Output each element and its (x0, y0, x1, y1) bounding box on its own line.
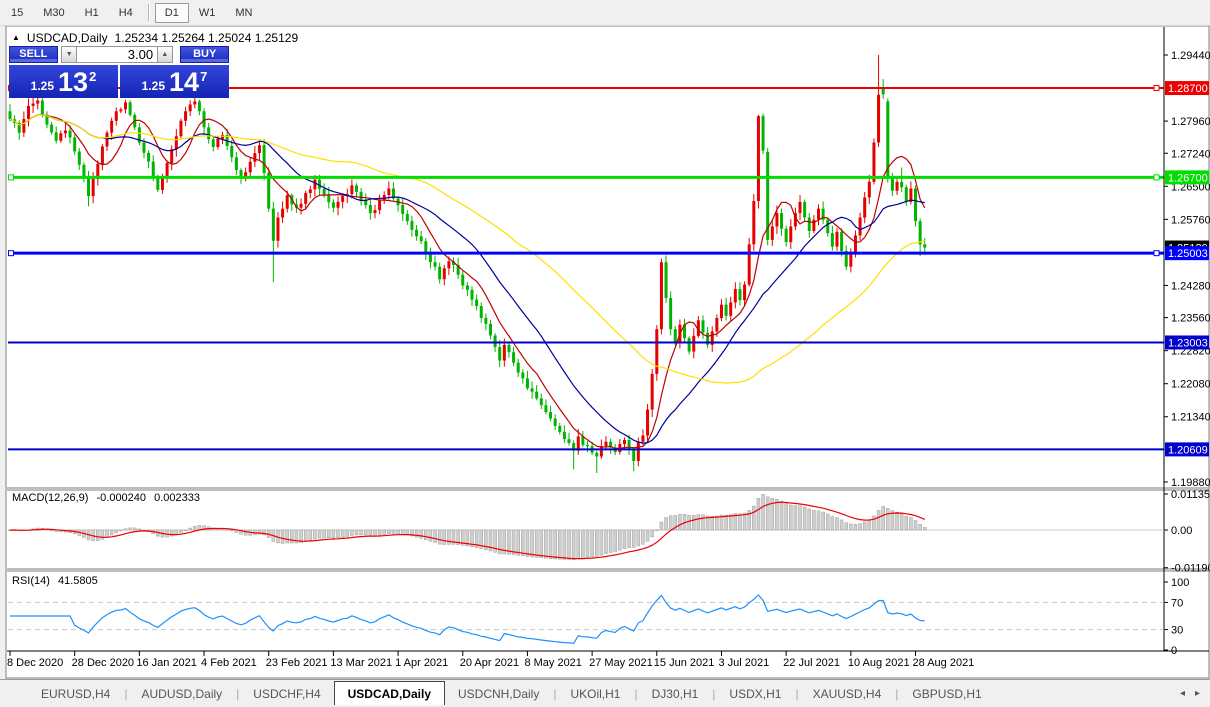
chart-tab-xauusd-h4[interactable]: XAUUSD,H4 (800, 683, 895, 705)
sell-price-box[interactable]: 1.25 13 2 (9, 65, 118, 98)
chart-tab-usdcnh-daily[interactable]: USDCNH,Daily (445, 683, 552, 705)
tab-separator: | (795, 686, 799, 701)
svg-text:28 Dec 2020: 28 Dec 2020 (72, 657, 134, 669)
sell-price-base: 1.25 (30, 79, 55, 93)
svg-text:13 Mar 2021: 13 Mar 2021 (330, 657, 392, 669)
svg-text:0: 0 (1171, 645, 1177, 657)
svg-text:1.24280: 1.24280 (1171, 280, 1210, 292)
tab-separator: | (634, 686, 638, 701)
chart-tab-usdcad-daily[interactable]: USDCAD,Daily (333, 680, 445, 705)
sell-price-big: 13 (58, 67, 89, 97)
timeframe-mn-button[interactable]: MN (225, 3, 262, 23)
lot-decrease-button[interactable]: ▼ (61, 46, 78, 63)
buy-price-base: 1.25 (141, 79, 166, 93)
one-click-trade-panel: SELL ▼ ▲ BUY 1.25 13 2 1.25 14 7 (9, 46, 230, 98)
chart-tab-bar: EURUSD,H4 | AUDUSD,Daily | USDCHF,H4 USDCAD,D… (0, 679, 1210, 707)
svg-text:20 Apr 2021: 20 Apr 2021 (460, 657, 519, 669)
svg-text:-0.01190: -0.01190 (1171, 563, 1210, 575)
svg-text:1.21340: 1.21340 (1171, 412, 1210, 424)
chart-tab-eurusd-h4[interactable]: EURUSD,H4 (28, 683, 123, 705)
chart-area[interactable]: 1.29440 1.27960 1.27240 1.26500 1.25760 1.242… (0, 0, 1210, 707)
chart-tab-dj30-h1[interactable]: DJ30,H1 (639, 683, 712, 705)
timeframe-m15-button[interactable]: 15 (1, 3, 33, 23)
macd-value: -0.000240 (96, 492, 147, 504)
tab-separator: | (712, 686, 716, 701)
svg-text:10 Aug 2021: 10 Aug 2021 (848, 657, 910, 669)
tab-scroll-left-icon[interactable]: ◂ (1180, 688, 1185, 699)
tab-separator: | (553, 686, 557, 701)
sell-price-pip: 2 (89, 69, 97, 84)
rsi-value: 41.5805 (57, 575, 98, 587)
lot-increase-button[interactable]: ▲ (157, 46, 173, 63)
svg-text:1.28700: 1.28700 (1168, 83, 1208, 95)
buy-price-pip: 7 (200, 69, 208, 84)
macd-name: MACD(12,26,9) (12, 492, 89, 504)
tab-separator: | (124, 686, 128, 701)
chart-tab-gbpusd-h1[interactable]: GBPUSD,H1 (899, 683, 994, 705)
chart-tab-usdx-h1[interactable]: USDX,H1 (716, 683, 794, 705)
svg-text:1.27240: 1.27240 (1171, 148, 1210, 160)
chart-tab-usdchf-h4[interactable]: USDCHF,H4 (240, 683, 333, 705)
svg-text:22 Jul 2021: 22 Jul 2021 (783, 657, 840, 669)
svg-text:1.22080: 1.22080 (1171, 379, 1210, 391)
sell-button[interactable]: SELL (9, 46, 58, 63)
rsi-indicator-label: RSI(14) 41.5805 (12, 575, 103, 587)
tab-scroll-arrows: ◂ ▸ (1180, 688, 1200, 699)
tab-scroll-right-icon[interactable]: ▸ (1195, 688, 1200, 699)
svg-text:1.25760: 1.25760 (1171, 214, 1210, 226)
svg-text:1.25003: 1.25003 (1168, 248, 1208, 260)
svg-text:28 Aug 2021: 28 Aug 2021 (913, 657, 975, 669)
tab-separator: | (236, 686, 240, 701)
svg-text:0.01135: 0.01135 (1171, 489, 1210, 501)
svg-text:3 Jul 2021: 3 Jul 2021 (718, 657, 769, 669)
chart-title: ▲ USDCAD,Daily 1.25234 1.25264 1.25024 1… (12, 31, 298, 45)
svg-text:23 Feb 2021: 23 Feb 2021 (266, 657, 328, 669)
timeframe-toolbar: 15 M30 H1 H4 D1 W1 MN (0, 0, 1210, 26)
buy-button[interactable]: BUY (180, 46, 230, 63)
svg-text:8 Dec 2020: 8 Dec 2020 (7, 657, 63, 669)
timeframe-h1-button[interactable]: H1 (75, 3, 109, 23)
svg-text:1 Apr 2021: 1 Apr 2021 (395, 657, 448, 669)
svg-text:8 May 2021: 8 May 2021 (524, 657, 581, 669)
timeframe-d1-button[interactable]: D1 (154, 2, 189, 23)
svg-text:16 Jan 2021: 16 Jan 2021 (136, 657, 197, 669)
svg-text:0.00: 0.00 (1171, 525, 1192, 537)
svg-text:1.27960: 1.27960 (1171, 116, 1210, 128)
svg-text:1.29440: 1.29440 (1171, 50, 1210, 62)
svg-text:1.26700: 1.26700 (1168, 172, 1208, 184)
chart-canvas[interactable]: 1.294401.279601.272401.265001.257601.242… (0, 0, 1210, 707)
svg-text:1.23560: 1.23560 (1171, 313, 1210, 325)
svg-text:1.19880: 1.19880 (1171, 477, 1210, 489)
rsi-name: RSI(14) (12, 575, 50, 587)
tab-separator: | (895, 686, 899, 701)
svg-text:27 May 2021: 27 May 2021 (589, 657, 653, 669)
buy-price-big: 14 (169, 67, 200, 97)
timeframe-w1-button[interactable]: W1 (189, 3, 226, 23)
chart-tab-audusd-daily[interactable]: AUDUSD,Daily (128, 683, 235, 705)
svg-text:30: 30 (1171, 625, 1183, 637)
chart-symbol-label: USDCAD,Daily (26, 31, 108, 45)
buy-price-box[interactable]: 1.25 14 7 (120, 65, 229, 98)
chart-ohlc-values: 1.25234 1.25264 1.25024 1.25129 (114, 31, 299, 45)
svg-text:4 Feb 2021: 4 Feb 2021 (201, 657, 257, 669)
svg-text:15 Jun 2021: 15 Jun 2021 (654, 657, 715, 669)
svg-text:100: 100 (1171, 577, 1189, 589)
timeframe-h4-button[interactable]: H4 (109, 3, 143, 23)
macd-signal-value: 0.002333 (154, 492, 200, 504)
macd-indicator-label: MACD(12,26,9) -0.000240 0.002333 (12, 492, 205, 504)
lot-size-input[interactable] (77, 46, 158, 63)
svg-text:1.20609: 1.20609 (1168, 444, 1208, 456)
toolbar-separator (147, 4, 150, 21)
timeframe-m30-button[interactable]: M30 (33, 3, 74, 23)
chart-tab-ukoil-h1[interactable]: UKOil,H1 (557, 683, 633, 705)
svg-text:1.23003: 1.23003 (1168, 337, 1208, 349)
symbol-collapse-icon[interactable]: ▲ (12, 34, 20, 42)
svg-text:70: 70 (1171, 597, 1183, 609)
